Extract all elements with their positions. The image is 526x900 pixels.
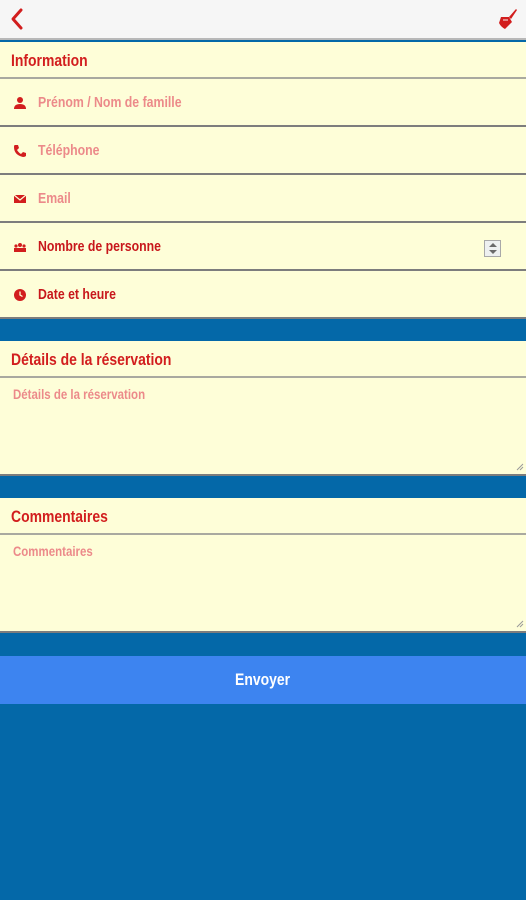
email-field[interactable]: Email — [0, 175, 526, 223]
details-textarea[interactable]: Détails de la réservation — [0, 378, 526, 476]
people-count-label: Nombre de personne — [38, 238, 162, 255]
phone-icon — [14, 145, 26, 157]
comments-textarea[interactable]: Commentaires — [0, 535, 526, 633]
email-icon — [13, 194, 27, 203]
email-field-placeholder: Email — [38, 190, 71, 207]
resize-grip-icon[interactable] — [516, 463, 524, 471]
resize-grip-icon[interactable] — [516, 620, 524, 628]
section-title-details: Détails de la réservation — [0, 341, 526, 378]
details-placeholder: Détails de la réservation — [13, 386, 146, 402]
back-arrow-icon[interactable] — [6, 7, 30, 31]
brush-icon[interactable] — [496, 7, 518, 31]
date-time-label: Date et heure — [38, 286, 116, 303]
clock-icon — [14, 289, 26, 301]
top-bar — [0, 0, 526, 40]
phone-field-placeholder: Téléphone — [38, 142, 100, 159]
phone-field[interactable]: Téléphone — [0, 127, 526, 175]
comments-placeholder: Commentaires — [13, 543, 93, 559]
name-field[interactable]: Prénom / Nom de famille — [0, 79, 526, 127]
people-count-field[interactable]: Nombre de personne — [0, 223, 526, 271]
person-icon — [14, 97, 26, 109]
people-count-stepper[interactable] — [484, 240, 501, 257]
group-icon — [14, 243, 26, 252]
date-time-field[interactable]: Date et heure — [0, 271, 526, 319]
section-title-comments: Commentaires — [0, 498, 526, 535]
section-title-information: Information — [0, 42, 526, 79]
submit-button[interactable]: Envoyer — [0, 656, 526, 704]
name-field-placeholder: Prénom / Nom de famille — [38, 94, 182, 111]
